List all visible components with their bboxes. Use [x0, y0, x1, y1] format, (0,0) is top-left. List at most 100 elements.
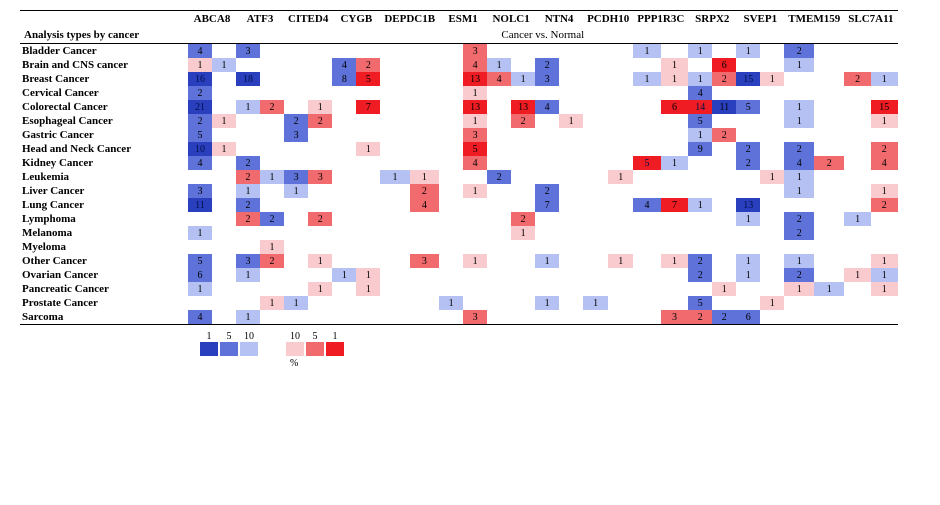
- heatmap-cell: [583, 156, 608, 170]
- heatmap-cell: 5: [688, 296, 712, 310]
- heatmap-cell: [284, 86, 308, 100]
- heatmap-cell: [463, 282, 487, 296]
- heatmap-cell: [511, 198, 535, 212]
- heatmap-cell: [633, 282, 661, 296]
- heatmap-cell: 3: [463, 128, 487, 142]
- heatmap-cell: [260, 58, 284, 72]
- heatmap-cell: [212, 184, 236, 198]
- row-header: Melanoma: [20, 226, 188, 240]
- heatmap-cell: [236, 282, 260, 296]
- heatmap-cell: [284, 44, 308, 59]
- heatmap-cell: 1: [260, 240, 284, 254]
- heatmap-cell: [608, 240, 633, 254]
- heatmap-cell: [583, 170, 608, 184]
- heatmap-cell: 2: [511, 114, 535, 128]
- heatmap-cell: [814, 184, 844, 198]
- heatmap-cell: [608, 100, 633, 114]
- heatmap-cell: [871, 212, 898, 226]
- heatmap-cell: [260, 198, 284, 212]
- heatmap-cell: [559, 100, 583, 114]
- heatmap-cell: 1: [784, 254, 814, 268]
- heatmap-cell: 2: [535, 58, 559, 72]
- heatmap-cell: [356, 184, 380, 198]
- heatmap-cell: [356, 44, 380, 59]
- heatmap-cell: [380, 142, 409, 156]
- heatmap-cell: [559, 240, 583, 254]
- heatmap-cell: [284, 226, 308, 240]
- heatmap-cell: [236, 128, 260, 142]
- heatmap-cell: [583, 128, 608, 142]
- heatmap-cell: [871, 58, 898, 72]
- heatmap-cell: [844, 142, 871, 156]
- heatmap-cell: [308, 296, 332, 310]
- heatmap-cell: [356, 86, 380, 100]
- heatmap-cell: 4: [487, 72, 511, 86]
- heatmap-cell: [356, 310, 380, 325]
- heatmap-cell: [608, 184, 633, 198]
- heatmap-cell: [535, 142, 559, 156]
- heatmap-cell: [439, 212, 463, 226]
- heatmap-cell: [332, 100, 356, 114]
- heatmap-cell: [332, 184, 356, 198]
- col-header: CITED4: [284, 11, 332, 28]
- heatmap-cell: 1: [535, 254, 559, 268]
- heatmap-cell: 1: [760, 296, 784, 310]
- heatmap-cell: [535, 310, 559, 325]
- heatmap-cell: 1: [356, 268, 380, 282]
- heatmap-cell: 2: [712, 72, 736, 86]
- heatmap-cell: [410, 100, 439, 114]
- heatmap-cell: 1: [583, 296, 608, 310]
- heatmap-cell: 1: [736, 268, 760, 282]
- heatmap-cell: [356, 156, 380, 170]
- heatmap-cell: [284, 310, 308, 325]
- heatmap-cell: 2: [712, 128, 736, 142]
- heatmap-cell: [439, 184, 463, 198]
- legend-swatch: [240, 342, 258, 356]
- heatmap-cell: [439, 100, 463, 114]
- heatmap-cell: [583, 198, 608, 212]
- heatmap-cell: [559, 282, 583, 296]
- heatmap-cell: [260, 128, 284, 142]
- heatmap-cell: [633, 100, 661, 114]
- heatmap-cell: [439, 268, 463, 282]
- heatmap-cell: 2: [308, 114, 332, 128]
- heatmap-cell: [511, 310, 535, 325]
- heatmap-cell: 3: [535, 72, 559, 86]
- heatmap-cell: [487, 198, 511, 212]
- heatmap-cell: 1: [511, 226, 535, 240]
- heatmap-cell: 1: [688, 198, 712, 212]
- heatmap-cell: [463, 226, 487, 240]
- heatmap-cell: [212, 310, 236, 325]
- legend-label: 10: [286, 331, 304, 342]
- heatmap-cell: [380, 100, 409, 114]
- heatmap-cell: [410, 226, 439, 240]
- heatmap-cell: [380, 72, 409, 86]
- heatmap-cell: [871, 310, 898, 325]
- heatmap-cell: [760, 114, 784, 128]
- heatmap-cell: 3: [308, 170, 332, 184]
- heatmap-cell: [608, 58, 633, 72]
- heatmap-cell: 2: [487, 170, 511, 184]
- heatmap-cell: [260, 114, 284, 128]
- heatmap-cell: [688, 156, 712, 170]
- heatmap-cell: [380, 310, 409, 325]
- heatmap-cell: [871, 170, 898, 184]
- heatmap-cell: [439, 170, 463, 184]
- heatmap-cell: [871, 296, 898, 310]
- heatmap-cell: [736, 240, 760, 254]
- heatmap-cell: [380, 282, 409, 296]
- heatmap-cell: [439, 310, 463, 325]
- heatmap-cell: [633, 170, 661, 184]
- heatmap-cell: [236, 114, 260, 128]
- heatmap-table: ABCA8ATF3CITED4CYGBDEPDC1BESM1NOLC1NTN4P…: [20, 10, 898, 325]
- heatmap-cell: [814, 100, 844, 114]
- heatmap-cell: 1: [380, 170, 409, 184]
- heatmap-cell: [511, 296, 535, 310]
- heatmap-cell: [380, 114, 409, 128]
- heatmap-cell: 4: [633, 198, 661, 212]
- heatmap-cell: 2: [784, 212, 814, 226]
- heatmap-cell: [380, 156, 409, 170]
- heatmap-cell: [487, 212, 511, 226]
- heatmap-cell: [760, 156, 784, 170]
- heatmap-cell: [188, 240, 212, 254]
